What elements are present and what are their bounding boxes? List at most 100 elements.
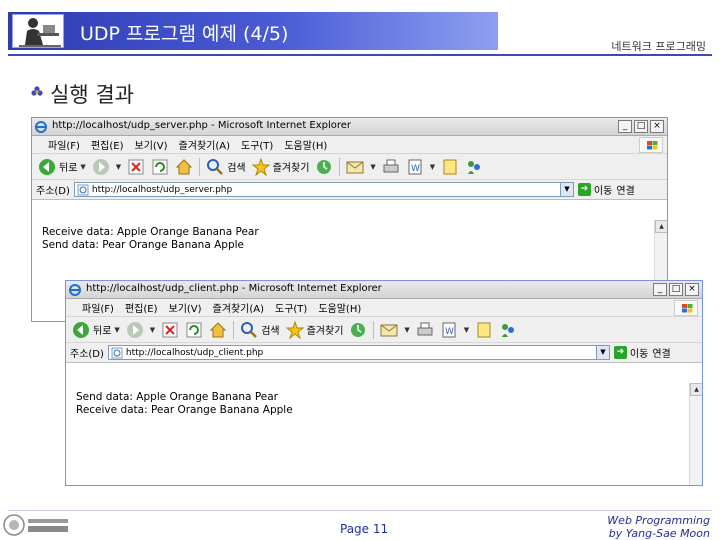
- discuss-icon[interactable]: [475, 321, 493, 339]
- dropdown-caret-icon[interactable]: ▼: [464, 326, 469, 334]
- favorites-button[interactable]: 즐겨찾기: [285, 320, 344, 339]
- presenter-at-desk-icon: [12, 14, 64, 48]
- links-label[interactable]: 연결: [616, 182, 634, 197]
- address-input[interactable]: http://localhost/udp_client.php ▼: [107, 345, 610, 360]
- stop-icon[interactable]: [127, 158, 145, 176]
- close-button[interactable]: ×: [650, 120, 664, 133]
- address-text: http://localhost/udp_server.php: [91, 184, 233, 195]
- address-label: 주소(D): [70, 349, 104, 360]
- window-titlebar[interactable]: http://localhost/udp_server.php - Micros…: [32, 118, 667, 136]
- favorites-label: 즐겨찾기: [306, 326, 344, 337]
- output-line: Receive data: Apple Orange Banana Pear: [42, 226, 259, 238]
- search-button[interactable]: 검색: [240, 321, 280, 339]
- page-icon: [111, 347, 123, 358]
- menu-file[interactable]: 파일(F): [82, 300, 114, 315]
- menu-help[interactable]: 도움말(H): [284, 137, 327, 152]
- favorites-button[interactable]: 즐겨찾기: [251, 157, 309, 176]
- dropdown-caret-icon[interactable]: ▼: [430, 163, 435, 171]
- links-label[interactable]: 연결: [652, 345, 670, 360]
- menu-tools[interactable]: 도구(T): [241, 137, 273, 152]
- toolbar-separator: [373, 320, 375, 339]
- menu-help[interactable]: 도움말(H): [318, 300, 361, 315]
- search-button[interactable]: 검색: [206, 158, 246, 176]
- minimize-button[interactable]: _: [653, 283, 667, 296]
- toolbar-separator: [339, 157, 341, 176]
- back-label: 뒤로: [59, 163, 78, 174]
- search-icon: [241, 321, 258, 338]
- address-dropdown-icon[interactable]: ▼: [595, 346, 609, 359]
- internet-explorer-icon: [69, 284, 81, 296]
- forward-arrow-icon[interactable]: [92, 158, 110, 176]
- dropdown-caret-icon[interactable]: ▼: [114, 326, 119, 334]
- dropdown-caret-icon[interactable]: ▼: [404, 326, 409, 334]
- slide-title-bar: UDP 프로그램 예제 (4/5): [8, 12, 498, 50]
- back-button[interactable]: 뒤로 ▼: [72, 321, 120, 339]
- back-arrow-icon: [73, 321, 89, 338]
- close-button[interactable]: ×: [685, 283, 699, 296]
- menu-bar: 파일(F) 편집(E) 보기(V) 즐겨찾기(A) 도구(T) 도움말(H): [32, 136, 667, 154]
- messenger-icon[interactable]: [499, 321, 517, 339]
- go-arrow-icon: ➜: [613, 346, 627, 359]
- maximize-button[interactable]: □: [669, 283, 683, 296]
- menu-tools[interactable]: 도구(T): [275, 300, 307, 315]
- print-icon[interactable]: [382, 158, 400, 176]
- go-arrow-icon: ➜: [577, 183, 591, 196]
- edit-document-icon[interactable]: W: [440, 321, 458, 339]
- messenger-icon[interactable]: [465, 158, 483, 176]
- windows-flag-icon: [674, 300, 698, 316]
- ie-window-client: http://localhost/udp_client.php - Micros…: [65, 280, 703, 486]
- page-content: Send data: Apple Orange Banana Pear Rece…: [66, 383, 689, 485]
- menu-file[interactable]: 파일(F): [48, 137, 80, 152]
- go-button[interactable]: ➜ 이동: [577, 182, 613, 197]
- menu-favorites[interactable]: 즐겨찾기(A): [179, 137, 230, 152]
- discuss-icon[interactable]: [441, 158, 459, 176]
- search-label: 검색: [227, 163, 246, 174]
- page-number: Page 11: [340, 522, 389, 536]
- back-button[interactable]: 뒤로 ▼: [38, 158, 86, 176]
- address-dropdown-icon[interactable]: ▼: [559, 183, 573, 196]
- dropdown-caret-icon[interactable]: ▼: [116, 163, 121, 171]
- search-icon: [207, 158, 224, 175]
- mail-icon[interactable]: [346, 158, 364, 176]
- mail-icon[interactable]: [380, 321, 398, 339]
- go-label: 이동: [593, 186, 613, 197]
- print-icon[interactable]: [416, 321, 434, 339]
- history-icon[interactable]: [349, 321, 367, 339]
- vertical-scrollbar[interactable]: ▲: [689, 383, 702, 485]
- dropdown-caret-icon[interactable]: ▼: [150, 326, 155, 334]
- home-icon[interactable]: [175, 158, 193, 176]
- address-input[interactable]: http://localhost/udp_server.php ▼: [73, 182, 574, 197]
- home-icon[interactable]: [209, 321, 227, 339]
- minimize-button[interactable]: _: [618, 120, 632, 133]
- go-button[interactable]: ➜ 이동: [613, 345, 648, 360]
- history-icon[interactable]: [315, 158, 333, 176]
- menu-edit[interactable]: 편집(E): [91, 137, 124, 152]
- scroll-up-icon[interactable]: ▲: [655, 220, 667, 233]
- menu-view[interactable]: 보기(V): [169, 300, 202, 315]
- scroll-up-icon[interactable]: ▲: [690, 383, 702, 396]
- search-label: 검색: [261, 326, 280, 337]
- credit-line-author: by Yang-Sae Moon: [608, 527, 710, 540]
- svg-text:W: W: [411, 164, 420, 174]
- course-label: 네트워크 프로그래밍: [611, 40, 706, 53]
- refresh-icon[interactable]: [185, 321, 203, 339]
- menu-view[interactable]: 보기(V): [135, 137, 168, 152]
- menu-favorites[interactable]: 즐겨찾기(A): [213, 300, 264, 315]
- address-text: http://localhost/udp_client.php: [125, 347, 264, 358]
- menu-edit[interactable]: 편집(E): [125, 300, 158, 315]
- window-titlebar[interactable]: http://localhost/udp_client.php - Micros…: [66, 281, 702, 299]
- dropdown-caret-icon[interactable]: ▼: [370, 163, 375, 171]
- favorites-star-icon: [251, 157, 270, 176]
- dropdown-caret-icon[interactable]: ▼: [80, 163, 85, 171]
- edit-document-icon[interactable]: W: [406, 158, 424, 176]
- maximize-button[interactable]: □: [634, 120, 648, 133]
- forward-arrow-icon[interactable]: [126, 321, 144, 339]
- window-title: http://localhost/udp_server.php - Micros…: [52, 120, 352, 131]
- toolbar-separator: [233, 320, 235, 339]
- address-label: 주소(D): [36, 186, 70, 197]
- windows-flag-icon: [639, 137, 663, 153]
- address-bar: 주소(D) http://localhost/udp_server.php ▼ …: [32, 180, 667, 200]
- refresh-icon[interactable]: [151, 158, 169, 176]
- stop-icon[interactable]: [161, 321, 179, 339]
- section-heading: 실행 결과: [50, 83, 134, 107]
